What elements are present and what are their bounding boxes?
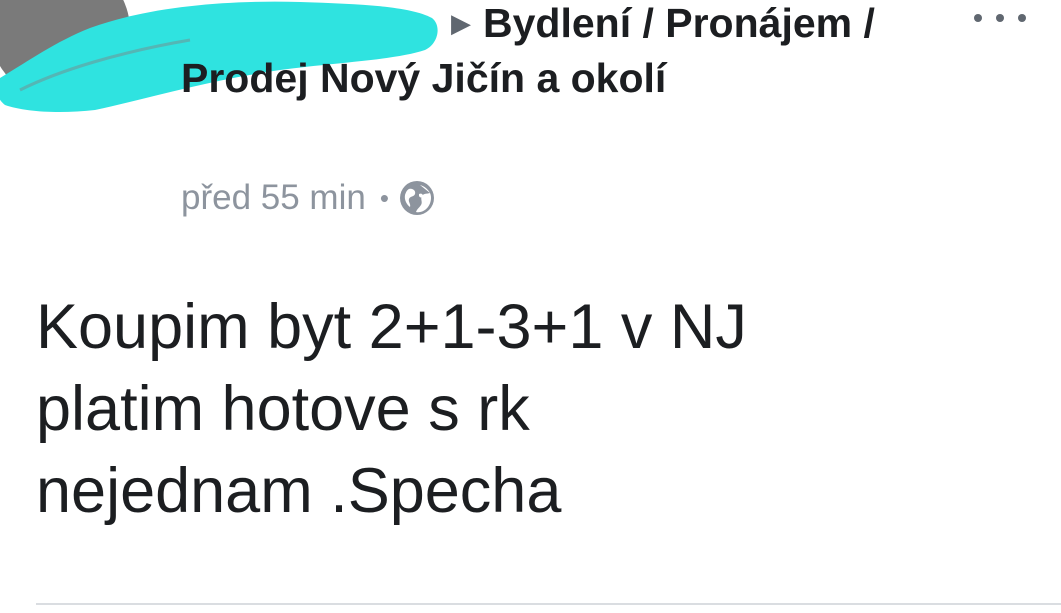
- divider: [36, 603, 1061, 605]
- post-body: Koupim byt 2+1-3+1 v NJ platim hotove s …: [36, 292, 747, 526]
- arrow-right-icon: ▶: [451, 8, 471, 39]
- more-options-button[interactable]: [974, 6, 1026, 30]
- post-meta: před 55 min •: [181, 176, 435, 220]
- group-link[interactable]: Bydlení / Pronájem / Prodej Nový Jičín a…: [181, 0, 875, 101]
- more-dots-icon: [974, 14, 982, 22]
- more-dot: [1018, 14, 1026, 22]
- timestamp[interactable]: před 55 min: [181, 176, 366, 220]
- more-dot: [996, 14, 1004, 22]
- globe-icon: [399, 181, 434, 215]
- post-header: ▶ Bydlení / Pronájem / Prodej Nový Jičín …: [181, 0, 901, 104]
- meta-separator: •: [379, 183, 389, 213]
